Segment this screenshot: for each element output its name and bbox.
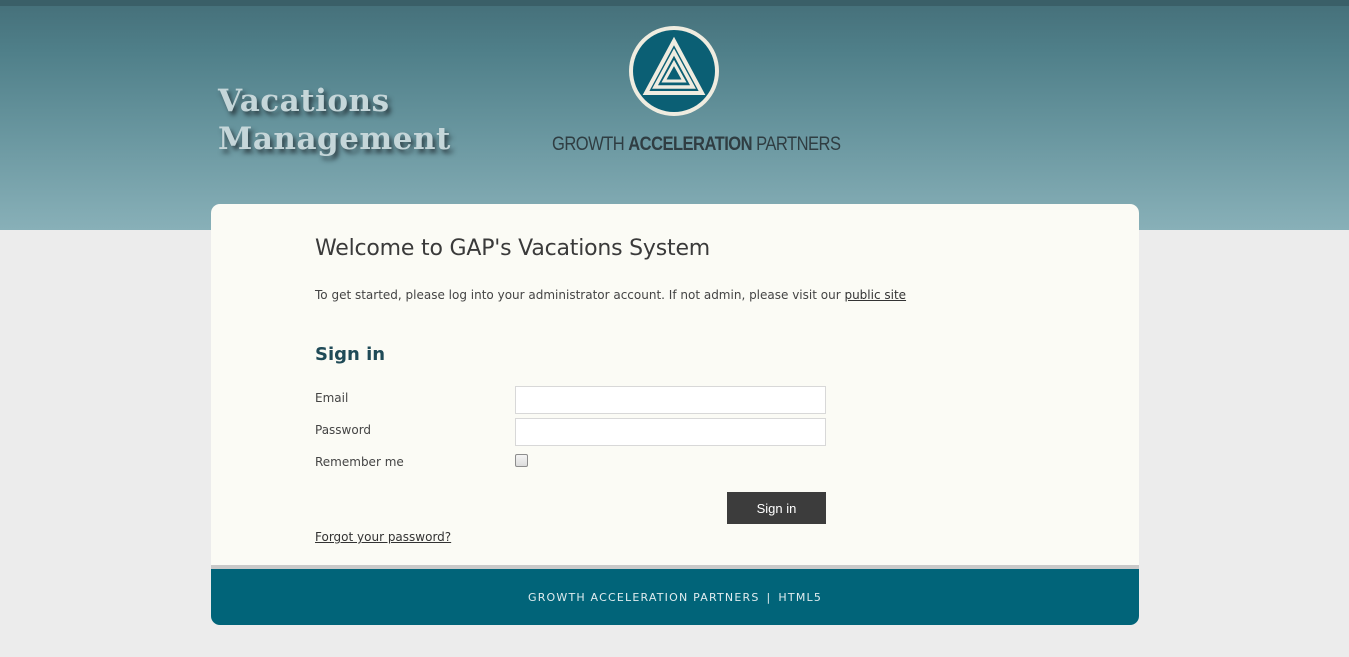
remember-me-checkbox[interactable] — [515, 454, 528, 467]
logo-text-growth: GROWTH — [552, 134, 629, 155]
signin-heading: Sign in — [315, 344, 386, 365]
page-title: Welcome to GAP's Vacations System — [315, 236, 711, 261]
footer-company: GROWTH ACCELERATION PARTNERS — [527, 590, 760, 604]
public-site-link[interactable]: public site — [844, 288, 906, 302]
password-field[interactable] — [515, 418, 826, 446]
footer-tech: HTML5 — [778, 590, 823, 604]
logo-text-acceleration: ACCELERATION — [628, 134, 753, 155]
intro-text-body: To get started, please log into your adm… — [315, 288, 845, 302]
triangle-spiral-logo-icon — [629, 26, 719, 116]
footer: GROWTH ACCELERATION PARTNERS | HTML5 — [211, 565, 1139, 625]
footer-separator: | — [766, 590, 772, 604]
email-label: Email — [315, 391, 349, 405]
password-label: Password — [315, 423, 372, 437]
app-title-line1: Vacations — [218, 83, 390, 119]
app-title: Vacations Management — [218, 82, 451, 158]
logo-text-partners: PARTNERS — [752, 134, 841, 155]
forgot-password-link[interactable]: Forgot your password? — [315, 530, 451, 544]
signin-button[interactable]: Sign in — [727, 492, 826, 524]
intro-text: To get started, please log into your adm… — [315, 288, 906, 302]
login-card: Welcome to GAP's Vacations System To get… — [211, 204, 1139, 625]
header: Vacations Management GROWTH ACCELERATION… — [0, 0, 1349, 230]
company-logo-text: GROWTH ACCELERATION PARTNERS — [552, 134, 841, 156]
email-field[interactable] — [515, 386, 826, 414]
app-title-line2: Management — [218, 121, 451, 157]
remember-me-label: Remember me — [315, 455, 404, 469]
